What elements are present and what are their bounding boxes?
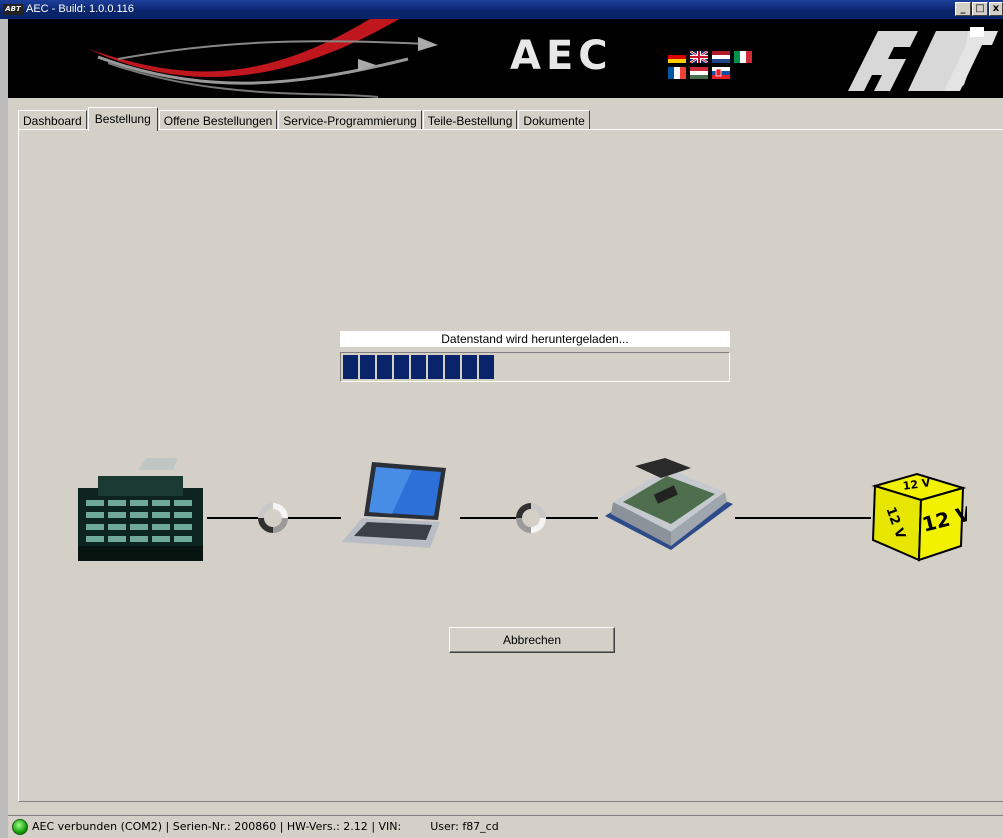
minimize-button[interactable]: _	[955, 2, 971, 16]
swoosh-graphic	[88, 19, 438, 98]
flag-hungary-icon[interactable]	[690, 67, 708, 79]
vin-label: VIN:	[378, 820, 402, 833]
close-button[interactable]: x	[989, 2, 1003, 16]
progress-segment	[428, 355, 443, 379]
tab-service-programmierung[interactable]: Service-Programmierung	[278, 110, 422, 130]
tab-bestellung[interactable]: Bestellung	[87, 107, 158, 131]
hw-version: HW-Vers.: 2.12	[286, 820, 368, 833]
flag-germany-icon[interactable]	[668, 51, 686, 63]
connection-status: AEC verbunden (COM2)	[32, 820, 163, 833]
progress-segment	[462, 355, 477, 379]
window-title: AEC - Build: 1.0.0.116	[26, 3, 135, 15]
flag-uk-icon[interactable]	[690, 51, 708, 63]
product-logo-text: AEC	[510, 33, 613, 79]
flag-italy-icon[interactable]	[734, 51, 752, 63]
tab-dokumente[interactable]: Dokumente	[518, 110, 590, 130]
progress-segment	[411, 355, 426, 379]
download-progress-bar	[340, 352, 730, 382]
main-tab-bar: Dashboard Bestellung Offene Bestellungen…	[18, 107, 591, 131]
ecu-module-icon	[605, 458, 733, 550]
progress-segment	[343, 355, 358, 379]
progress-segment	[479, 355, 494, 379]
download-status-text: Datenstand wird heruntergeladen...	[340, 331, 730, 347]
progress-segment	[394, 355, 409, 379]
loading-spinner-icon	[258, 503, 288, 533]
serial-number: Serien-Nr.: 200860	[172, 820, 277, 833]
tab-dashboard[interactable]: Dashboard	[18, 110, 87, 130]
app-window: ABT AEC - Build: 1.0.0.116 _ □ x AEC Das…	[0, 0, 1003, 838]
tab-teile-bestellung[interactable]: Teile-Bestellung	[422, 110, 518, 130]
cancel-button[interactable]: Abbrechen	[449, 627, 615, 653]
abt-brand-logo	[848, 27, 998, 91]
progress-fill	[343, 355, 496, 379]
tab-offene-bestellungen[interactable]: Offene Bestellungen	[158, 110, 278, 130]
status-bar: AEC verbunden (COM2) | Serien-Nr.: 20086…	[8, 815, 1003, 838]
header-banner: AEC	[8, 19, 1003, 98]
abt-headquarters-icon	[78, 458, 203, 561]
app-logo-icon: ABT	[3, 4, 23, 15]
user-label: User: f87_cd	[430, 820, 499, 833]
flag-netherlands-icon[interactable]	[712, 51, 730, 63]
flag-slovakia-icon[interactable]	[712, 67, 730, 79]
maximize-button[interactable]: □	[972, 2, 988, 16]
loading-spinner-icon	[516, 503, 546, 533]
laptop-icon	[342, 462, 446, 548]
progress-segment	[377, 355, 392, 379]
12v-power-cube-icon: 12 V 12 V 12 V	[871, 472, 967, 562]
connection-status-led-icon	[12, 819, 28, 835]
status-bar-text: AEC verbunden (COM2) | Serien-Nr.: 20086…	[32, 820, 499, 833]
connection-line	[735, 517, 871, 519]
progress-segment	[360, 355, 375, 379]
progress-segment	[445, 355, 460, 379]
flag-france-icon[interactable]	[668, 67, 686, 79]
title-bar[interactable]: ABT AEC - Build: 1.0.0.116 _ □ x	[0, 0, 1003, 19]
